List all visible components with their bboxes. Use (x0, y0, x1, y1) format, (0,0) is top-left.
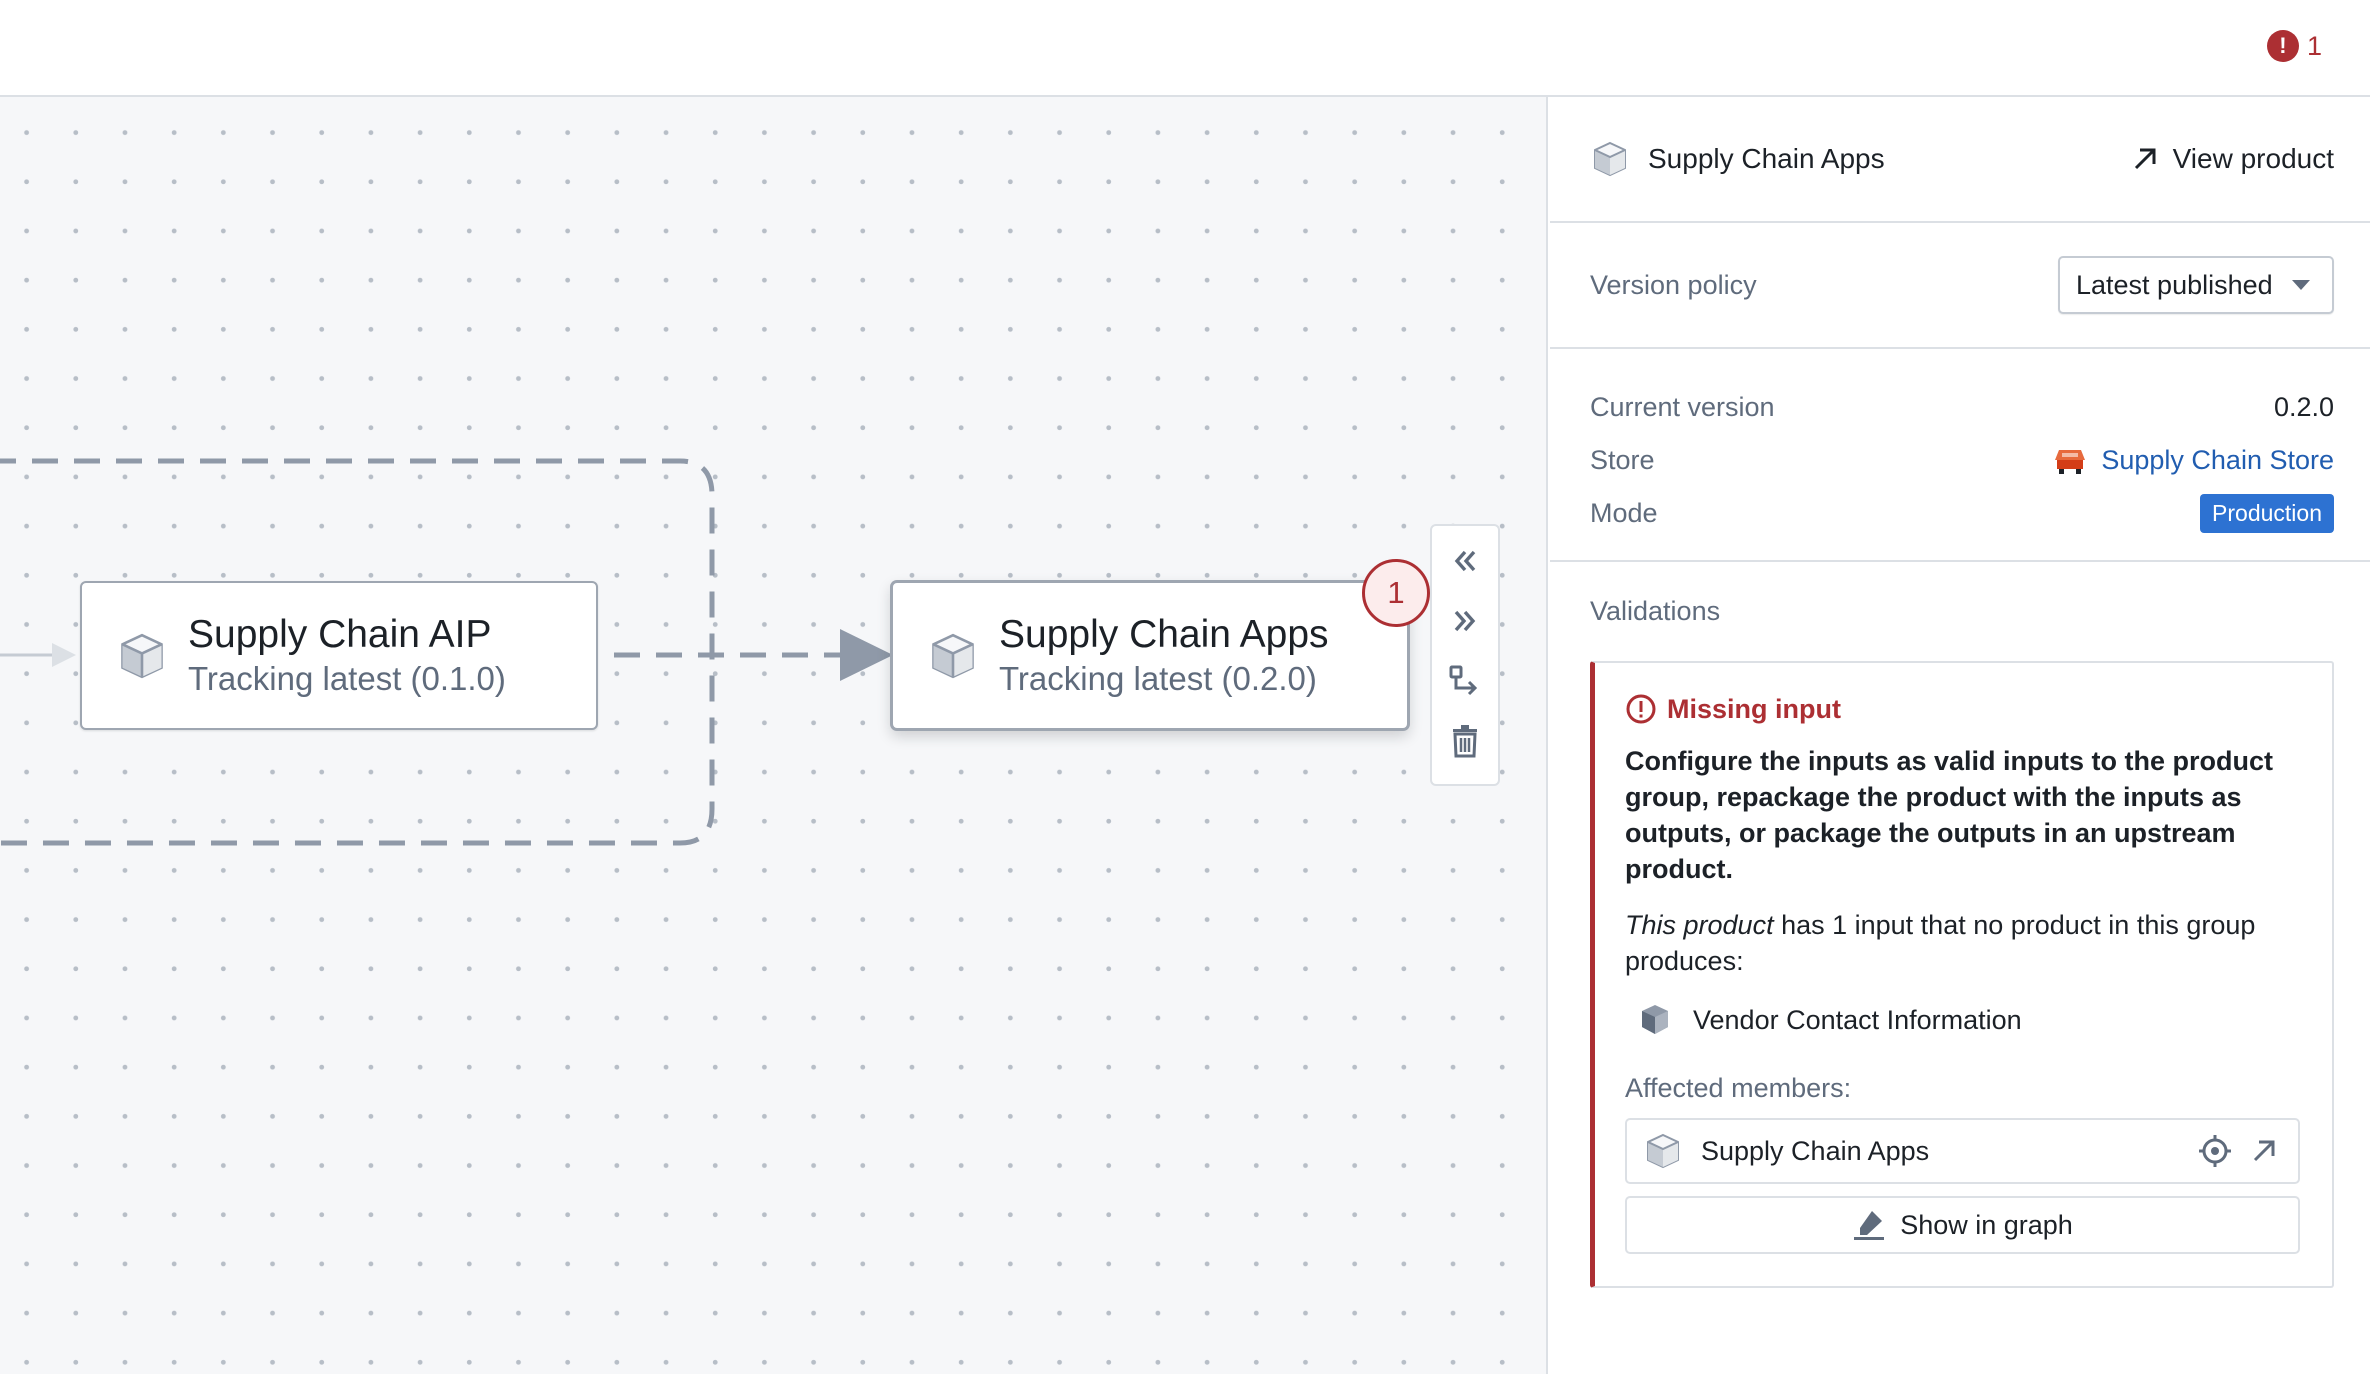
error-count: 1 (2306, 30, 2322, 61)
trash-icon (1453, 725, 1477, 758)
show-in-graph-button[interactable]: Show in graph (1625, 1196, 2300, 1254)
node-error-badge[interactable]: 1 (1362, 559, 1430, 627)
callout-instructions: Configure the inputs as valid inputs to … (1625, 746, 2273, 884)
node-subtitle: Tracking latest (0.1.0) (188, 659, 506, 697)
expand-upstream-button[interactable] (1442, 538, 1488, 584)
version-policy-select[interactable]: Latest published (2058, 256, 2334, 314)
current-version-row: Current version 0.2.0 (1590, 381, 2334, 434)
chevrons-left-icon (1454, 550, 1476, 572)
affected-members-label: Affected members: (1625, 1073, 1852, 1103)
node-toolbar (1430, 524, 1500, 786)
callout-description: This product has 1 input that no product… (1625, 907, 2300, 979)
path-button[interactable] (1442, 658, 1488, 704)
current-version-value: 0.2.0 (2273, 392, 2334, 422)
edge-arrowhead (840, 629, 893, 681)
version-policy-label: Version policy (1590, 269, 1757, 300)
chevrons-right-icon (1454, 610, 1476, 632)
arrow-top-right-icon (2134, 148, 2156, 170)
error-count-indicator[interactable]: ! 1 (2266, 30, 2322, 62)
store-name: Supply Chain Store (2101, 445, 2334, 475)
caret-down-icon (2292, 280, 2310, 290)
store-link[interactable]: Supply Chain Store (2053, 445, 2334, 476)
mode-row: Mode Production (1590, 487, 2334, 540)
callout-title: Missing input (1667, 693, 1841, 724)
incoming-edge-arrow (52, 643, 76, 667)
graph-canvas[interactable]: Supply Chain AIP Tracking latest (0.1.0)… (0, 97, 1548, 1374)
flow-path-icon (1449, 665, 1478, 696)
view-product-label: View product (2172, 143, 2334, 174)
version-policy-section: Version policy Latest published (1550, 223, 2370, 349)
cube-icon (121, 633, 163, 678)
locate-icon[interactable] (2198, 1134, 2232, 1168)
view-product-link[interactable]: View product (2131, 143, 2334, 175)
node-supply-chain-aip[interactable]: Supply Chain AIP Tracking latest (0.1.0) (80, 581, 598, 730)
callout-description-emphasis: This product (1625, 910, 1774, 940)
node-subtitle: Tracking latest (0.2.0) (999, 659, 1317, 697)
graph-edges (0, 458, 893, 846)
node-title: Supply Chain AIP (188, 612, 492, 656)
product-details-section: Current version 0.2.0 Store Supply Chain… (1550, 349, 2370, 562)
validations-title: Validations (1590, 596, 1721, 626)
affected-member-name: Supply Chain Apps (1701, 1135, 1930, 1166)
store-label: Store (1590, 445, 1655, 475)
mode-label: Mode (1590, 498, 1658, 528)
cube-icon (932, 633, 974, 678)
callout-header: Missing input (1625, 693, 2300, 725)
node-supply-chain-apps[interactable]: Supply Chain Apps Tracking latest (0.2.0… (891, 581, 1409, 730)
cube-icon (1642, 1005, 1668, 1034)
current-version-label: Current version (1590, 392, 1775, 422)
affected-member-row[interactable]: Supply Chain Apps (1625, 1118, 2300, 1184)
node-title: Supply Chain Apps (999, 612, 1329, 656)
cube-icon (1594, 141, 1626, 177)
error-outline-icon (1626, 694, 1656, 724)
mode-tag: Production (2200, 494, 2334, 533)
validations-section: Validations Missing input Configure the … (1550, 562, 2370, 1288)
expand-downstream-button[interactable] (1442, 598, 1488, 644)
highlight-icon (1854, 1211, 1885, 1240)
details-panel: Supply Chain Apps View product Version p… (1550, 97, 2370, 1374)
missing-input-name: Vendor Contact Information (1693, 1004, 2022, 1035)
arrow-top-right-icon[interactable] (2250, 1137, 2278, 1165)
top-bar: ! 1 (0, 0, 2370, 97)
panel-title: Supply Chain Apps (1648, 143, 1885, 174)
delete-button[interactable] (1442, 718, 1488, 764)
version-policy-value: Latest published (2076, 269, 2273, 300)
store-row: Store Supply Chain Store (1590, 434, 2334, 487)
error-icon: ! (2266, 30, 2299, 62)
show-in-graph-label: Show in graph (1900, 1209, 2073, 1240)
missing-input-item: Vendor Contact Information (1639, 1003, 2300, 1037)
panel-header: Supply Chain Apps View product (1550, 97, 2370, 223)
missing-input-callout: Missing input Configure the inputs as va… (1590, 661, 2334, 1288)
cube-icon (1647, 1133, 1679, 1169)
store-icon (2055, 449, 2086, 474)
